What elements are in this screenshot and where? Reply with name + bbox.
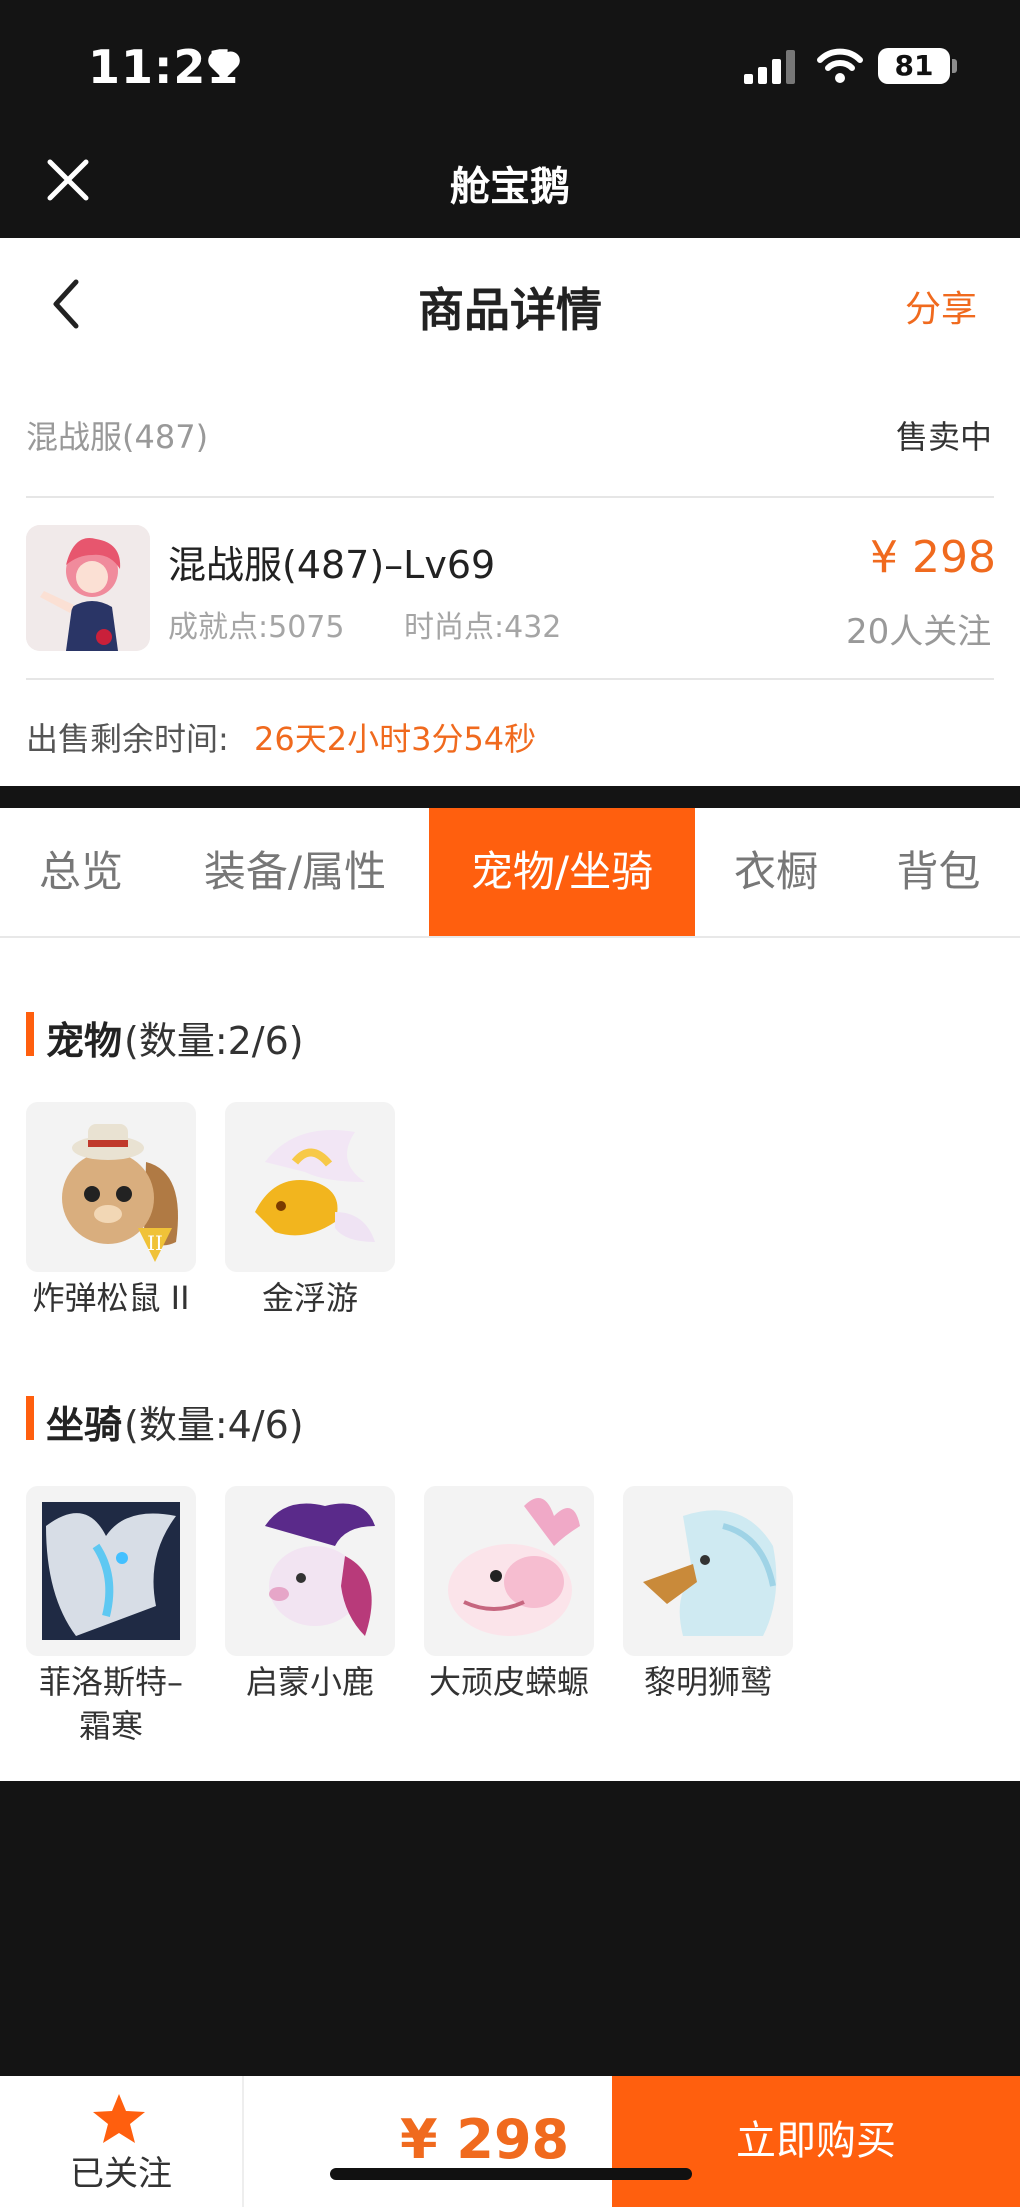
mount-frost-dragon-icon[interactable] (26, 1486, 196, 1656)
tab-equipment[interactable]: 装备/属性 (162, 808, 428, 936)
product-title: 混战服(487)–Lv69 (168, 543, 496, 587)
wifi-icon (817, 48, 863, 83)
divider (26, 496, 994, 498)
mount-name: 启蒙小鹿 (245, 1663, 374, 1701)
pet-name: 金浮游 (261, 1279, 358, 1317)
mount-name: 菲洛斯特– 霜寒 (38, 1663, 183, 1745)
listing-price: ¥ 298 (870, 532, 996, 583)
star-icon[interactable] (90, 2092, 148, 2146)
section-marker (26, 1012, 34, 1056)
heart-icon (208, 51, 240, 80)
tab-overview[interactable]: 总览 (0, 808, 162, 936)
follower-count: 20人关注 (846, 612, 992, 652)
fashion-points: 时尚点:432 (404, 610, 562, 645)
tab-bag[interactable]: 背包 (857, 808, 1020, 936)
mount-naughty-salamander-icon[interactable] (424, 1486, 594, 1656)
divider (26, 678, 994, 680)
pets-section-count: (数量:2/6) (124, 1019, 304, 1063)
remaining-time-value: 26天2小时3分54秒 (254, 720, 537, 758)
signal-icon (744, 50, 795, 84)
mount-enlightened-fawn-icon[interactable] (225, 1486, 395, 1656)
battery-indicator: 81 (878, 48, 950, 84)
bottom-price: ¥ 298 (400, 2108, 570, 2171)
mounts-section-count: (数量:4/6) (124, 1403, 304, 1447)
mount-name: 大顽皮蝾螈 (428, 1663, 589, 1701)
app-title: 舱宝鹅 (450, 164, 570, 210)
mount-dawn-griffin-icon[interactable] (623, 1486, 793, 1656)
mount-name: 黎明狮鹫 (643, 1663, 772, 1701)
follow-button[interactable]: 已关注 (0, 2146, 242, 2195)
page-title: 商品详情 (418, 283, 602, 337)
mounts-section-title: 坐骑 (46, 1403, 123, 1447)
server-name: 混战服(487) (26, 418, 209, 456)
character-avatar (26, 525, 150, 651)
pet-name: 炸弹松鼠 II (32, 1279, 190, 1317)
pets-section-title: 宠物 (46, 1019, 123, 1063)
bottom-separator (242, 2076, 244, 2207)
battery-tip (952, 59, 957, 73)
tab-wardrobe[interactable]: 衣橱 (695, 808, 857, 936)
section-marker (26, 1396, 34, 1440)
tab-pets-mounts[interactable]: 宠物/坐骑 (429, 808, 695, 936)
sale-status: 售卖中 (896, 418, 993, 456)
pet-golden-floater-icon[interactable] (225, 1102, 395, 1272)
buy-now-button[interactable]: 立即购买 (612, 2076, 1020, 2207)
svg-text:II: II (147, 1231, 163, 1255)
share-button[interactable]: 分享 (905, 280, 977, 332)
achievement-points: 成就点:5075 (168, 610, 345, 645)
remaining-time-label: 出售剩余时间: (26, 720, 229, 758)
pet-bomb-squirrel-icon[interactable]: II (26, 1102, 196, 1272)
home-indicator (330, 2168, 692, 2180)
